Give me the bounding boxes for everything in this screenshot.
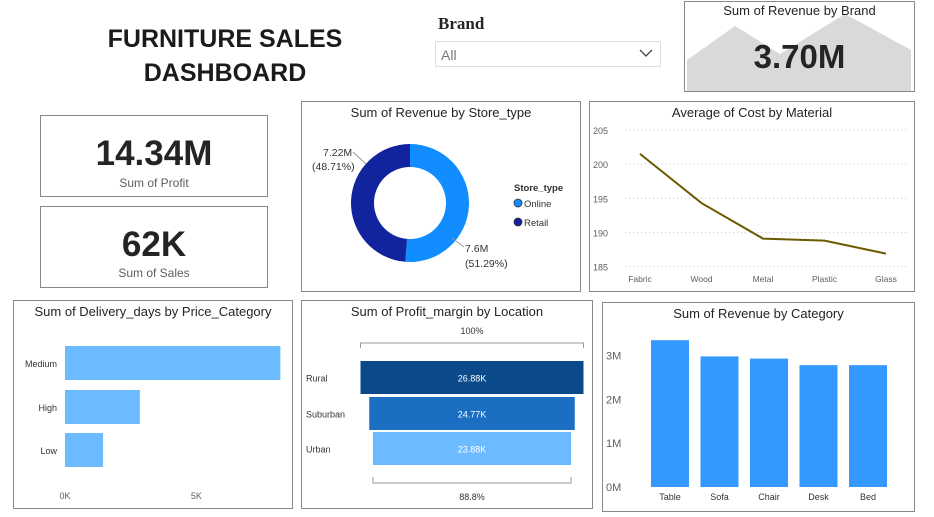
- brand-revenue-value: 3.70M: [753, 38, 846, 75]
- sales-kpi-card[interactable]: 62K Sum of Sales: [40, 206, 268, 288]
- hbar-bar-high: [65, 390, 140, 424]
- funnel-category-label: Suburban: [306, 410, 345, 420]
- donut-legend-online-label: Online: [524, 199, 551, 210]
- vbar-chart[interactable]: 3M 2M 1M 0M Table Sofa Chair Desk Bed: [603, 303, 914, 511]
- profit-margin-funnel-card[interactable]: Sum of Profit_margin by Location 100% 26.…: [301, 300, 593, 509]
- funnel-category-label: Rural: [306, 374, 328, 384]
- donut-leader-line-retail: [352, 151, 367, 165]
- vbar-ytick-label: 0M: [606, 482, 621, 494]
- line-xtick-label: Wood: [690, 274, 712, 284]
- vbar-ytick-label: 2M: [606, 394, 621, 406]
- funnel-chart[interactable]: 100% 26.88K Rural 24.77K Suburban 23.88K Urban…: [302, 301, 592, 508]
- vbar-ytick-label: 1M: [606, 438, 621, 450]
- line-series-cost: [639, 153, 887, 255]
- delivery-days-bar-card[interactable]: Sum of Delivery_days by Price_Category M…: [13, 300, 293, 509]
- vbar-ytick-label: 3M: [606, 351, 621, 363]
- vbar-bar-table: [651, 340, 689, 487]
- line-ytick-label: 205: [593, 126, 608, 136]
- line-xtick-label: Plastic: [812, 274, 838, 284]
- funnel-top-label: 100%: [460, 326, 483, 336]
- funnel-bottom-label: 88.8%: [459, 492, 485, 502]
- chevron-down-icon[interactable]: [638, 45, 654, 64]
- hbar-category-label: Low: [40, 446, 57, 456]
- line-ytick-label: 190: [593, 228, 608, 238]
- donut-label-retail-pct: (48.71%): [312, 161, 355, 173]
- donut-legend-online-marker: [513, 198, 523, 208]
- line-ytick-label: 195: [593, 194, 608, 204]
- profit-kpi-label: Sum of Profit: [119, 176, 189, 190]
- material-cost-line-card[interactable]: Average of Cost by Material 205 200 195 190…: [589, 101, 915, 292]
- profit-kpi-value: 14.34M: [95, 134, 213, 173]
- donut-slice-retail: [351, 144, 410, 262]
- line-ytick-label: 200: [593, 160, 608, 170]
- vbar-category-label: Table: [659, 492, 681, 502]
- funnel-bottom-bracket: [372, 477, 572, 484]
- donut-label-online-value: 7.6M: [465, 243, 488, 255]
- brand-card-title: Sum of Revenue by Brand: [723, 3, 876, 18]
- hbar-xtick-label: 0K: [59, 491, 70, 501]
- hbar-category-label: Medium: [25, 359, 57, 369]
- vbar-category-label: Chair: [758, 492, 780, 502]
- category-revenue-bar-card[interactable]: Sum of Revenue by Category 3M 2M 1M 0M Table…: [602, 302, 915, 512]
- hbar-bar-medium: [65, 346, 281, 380]
- donut-label-retail-value: 7.22M: [323, 147, 352, 159]
- hbar-category-label: High: [38, 403, 57, 413]
- vbar-bar-sofa: [700, 356, 739, 487]
- vbar-category-label: Sofa: [710, 492, 729, 502]
- line-ytick-label: 185: [593, 263, 608, 273]
- vbar-category-label: Bed: [860, 492, 876, 502]
- funnel-bar-value-label: 26.88K: [458, 374, 487, 384]
- brand-slicer-title: Brand: [438, 14, 485, 33]
- brand-revenue-card[interactable]: Sum of Revenue by Brand 3.70M: [684, 1, 915, 92]
- line-xtick-label: Fabric: [628, 274, 652, 284]
- sales-kpi-value: 62K: [121, 225, 187, 264]
- hbar-bar-low: [65, 433, 104, 467]
- donut-slice-online: [405, 144, 469, 262]
- dashboard-title: FURNITURE SALES DASHBOARD: [107, 25, 343, 87]
- funnel-top-bracket: [360, 342, 584, 348]
- sales-kpi-label: Sum of Sales: [118, 266, 190, 280]
- brand-slicer-value: All: [441, 47, 457, 63]
- line-xtick-label: Metal: [753, 274, 774, 284]
- funnel-bar-value-label: 24.77K: [458, 410, 487, 420]
- brand-slicer-dropdown[interactable]: All: [435, 41, 661, 67]
- funnel-bar-value-label: 23.88K: [458, 445, 487, 455]
- donut-label-online-pct: (51.29%): [465, 258, 508, 270]
- funnel-category-label: Urban: [306, 445, 331, 455]
- vbar-bar-bed: [849, 365, 887, 487]
- profit-kpi-card[interactable]: 14.34M Sum of Profit: [40, 115, 268, 197]
- vbar-bar-desk: [799, 365, 838, 487]
- donut-legend-title: Store_type: [514, 183, 563, 194]
- store-type-donut-card[interactable]: Sum of Revenue by Store_type 7.6M (51.29%…: [301, 101, 581, 292]
- hbar-chart[interactable]: Medium High Low 0K 5K: [14, 301, 292, 508]
- vbar-category-label: Desk: [808, 492, 829, 502]
- donut-chart[interactable]: 7.6M (51.29%) 7.22M (48.71%) Store_type Onlin…: [302, 102, 580, 291]
- line-xtick-label: Glass: [875, 274, 897, 284]
- vbar-bar-chair: [750, 358, 788, 487]
- hbar-xtick-label: 5K: [191, 491, 202, 501]
- line-chart[interactable]: 205 200 195 190 185 Fabric Wood Metal Plastic Gla…: [590, 102, 914, 291]
- donut-legend-retail-marker: [513, 217, 523, 227]
- donut-legend-retail-label: Retail: [524, 218, 548, 229]
